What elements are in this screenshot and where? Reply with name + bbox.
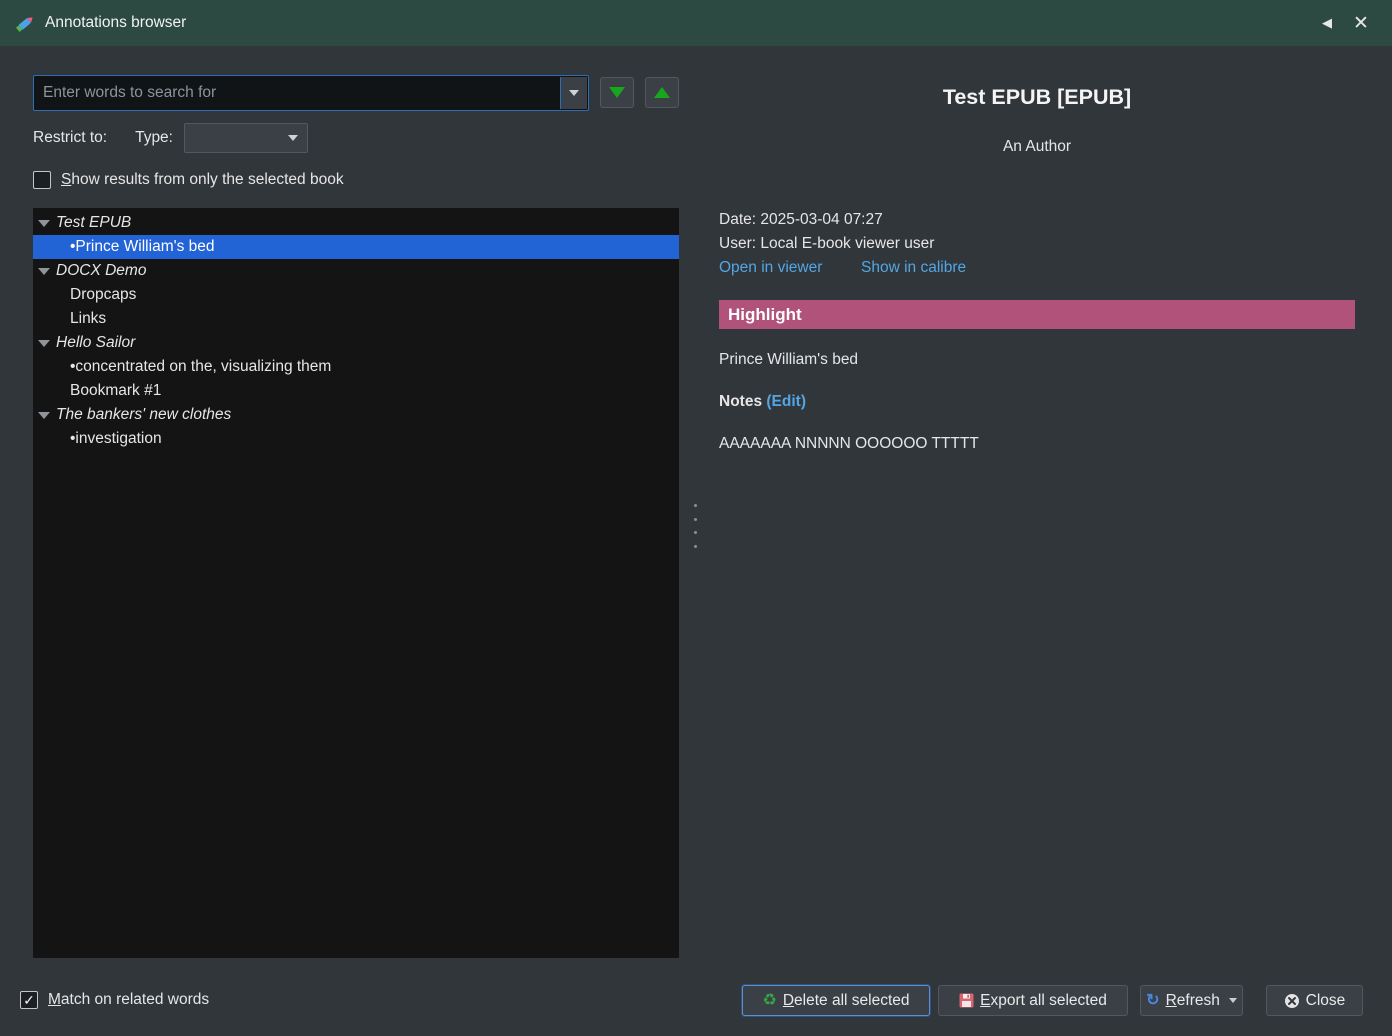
previous-match-button[interactable] — [645, 77, 679, 108]
search-input[interactable] — [34, 76, 558, 110]
export-button-label: Export all selected — [980, 991, 1107, 1009]
tree-book-row[interactable]: DOCX Demo — [33, 259, 679, 283]
chevron-down-icon — [287, 135, 298, 141]
tree-annotation-label: Dropcaps — [70, 286, 137, 303]
tree-annotation-label: Links — [70, 310, 107, 327]
close-button[interactable]: Close — [1266, 985, 1363, 1016]
search-dropdown-arrow[interactable] — [560, 77, 587, 109]
splitter-dot — [693, 531, 697, 535]
tree-book-label: Test EPUB — [56, 214, 132, 231]
notes-heading: Notes (Edit) — [719, 390, 806, 414]
show-in-calibre-link[interactable]: Show in calibre — [861, 256, 966, 280]
annotation-date: Date: 2025-03-04 07:27 — [719, 211, 883, 228]
floppy-disk-icon — [959, 993, 974, 1008]
export-all-selected-button[interactable]: Export all selected — [938, 985, 1128, 1016]
titlebar: Annotations browser ◀ ✕ — [0, 0, 1392, 46]
tree-book-label: DOCX Demo — [56, 262, 147, 279]
type-dropdown[interactable] — [184, 123, 308, 153]
refresh-button[interactable]: ↻ Refresh — [1140, 985, 1243, 1016]
expander-icon[interactable] — [38, 219, 50, 227]
only-selected-book-checkbox[interactable] — [33, 171, 51, 189]
only-selected-book-label: Show results from only the selected book — [61, 171, 344, 188]
annotation-user: User: Local E-book viewer user — [719, 235, 935, 252]
window-title: Annotations browser — [45, 14, 187, 31]
only-selected-book-option[interactable]: Show results from only the selected book — [33, 171, 344, 189]
match-related-checkbox[interactable]: ✓ — [20, 991, 38, 1009]
chevron-down-icon — [569, 90, 579, 96]
green-down-arrow-icon — [609, 87, 625, 98]
tree-annotation-label: •investigation — [70, 430, 162, 447]
annotations-tree[interactable]: Test EPUB •Prince William's bed DOCX Dem… — [33, 208, 679, 958]
tree-annotation-label: Bookmark #1 — [70, 382, 162, 399]
details-book-title: Test EPUB [EPUB] — [942, 85, 1132, 109]
tree-book-row[interactable]: Test EPUB — [33, 211, 679, 235]
splitter-dot — [693, 544, 697, 548]
tree-book-row[interactable]: The bankers' new clothes — [33, 403, 679, 427]
edit-notes-link[interactable]: (Edit) — [766, 393, 806, 410]
splitter-dot — [693, 517, 697, 521]
close-window-icon[interactable]: ✕ — [1344, 6, 1378, 40]
open-in-viewer-link[interactable]: Open in viewer — [719, 256, 822, 280]
tree-book-row[interactable]: Hello Sailor — [33, 331, 679, 355]
splitter-dot — [693, 504, 697, 507]
annotation-type-banner: Highlight — [719, 300, 1355, 329]
highlighted-text: Prince William's bed — [719, 351, 859, 368]
refresh-menu-arrow-icon[interactable] — [1228, 998, 1237, 1003]
tree-annotation-label: •concentrated on the, visualizing them — [70, 358, 332, 375]
tree-annotation-row[interactable]: Dropcaps — [33, 283, 679, 307]
recycle-icon: ♻ — [762, 991, 777, 1009]
expander-icon[interactable] — [38, 411, 50, 419]
notes-text: AAAAAAA NNNNN OOOOOO TTTTT — [719, 435, 979, 452]
delete-all-selected-button[interactable]: ♻ Delete all selected — [742, 985, 930, 1016]
delete-button-label: Delete all selected — [782, 991, 910, 1009]
notes-label: Notes — [719, 393, 763, 410]
tree-book-label: The bankers' new clothes — [56, 406, 232, 423]
refresh-icon: ↻ — [1146, 991, 1160, 1009]
annotations-browser-window: Annotations browser ◀ ✕ Restrict to: Typ… — [0, 0, 1392, 1036]
checkmark-icon: ✓ — [23, 991, 35, 1008]
expander-icon[interactable] — [38, 267, 50, 275]
match-related-option[interactable]: ✓ Match on related words — [20, 991, 209, 1009]
restrict-to-label: Restrict to: — [33, 129, 108, 146]
type-dropdown-arrow — [279, 125, 306, 151]
highlighter-app-icon — [16, 17, 33, 32]
tree-annotation-row[interactable]: •investigation — [33, 427, 679, 451]
tree-book-label: Hello Sailor — [56, 334, 136, 351]
green-up-arrow-icon — [654, 87, 670, 98]
refresh-button-label: Refresh — [1165, 991, 1220, 1009]
tree-annotation-row[interactable]: •Prince William's bed — [33, 235, 679, 259]
close-button-label: Close — [1305, 991, 1346, 1009]
collapse-arrow-icon[interactable]: ◀ — [1310, 6, 1344, 40]
match-related-label: Match on related words — [48, 991, 210, 1008]
type-label: Type: — [135, 129, 173, 146]
close-circle-icon — [1284, 993, 1299, 1008]
tree-annotation-row[interactable]: •concentrated on the, visualizing them — [33, 355, 679, 379]
restrict-row: Restrict to: Type: — [33, 123, 308, 153]
next-match-button[interactable] — [600, 77, 634, 108]
panel-splitter-handle[interactable] — [691, 504, 699, 548]
tree-annotation-row[interactable]: Links — [33, 307, 679, 331]
details-author: An Author — [1002, 138, 1072, 155]
tree-annotation-label: •Prince William's bed — [70, 238, 215, 255]
search-combobox[interactable] — [33, 75, 589, 111]
expander-icon[interactable] — [38, 339, 50, 347]
tree-annotation-row[interactable]: Bookmark #1 — [33, 379, 679, 403]
